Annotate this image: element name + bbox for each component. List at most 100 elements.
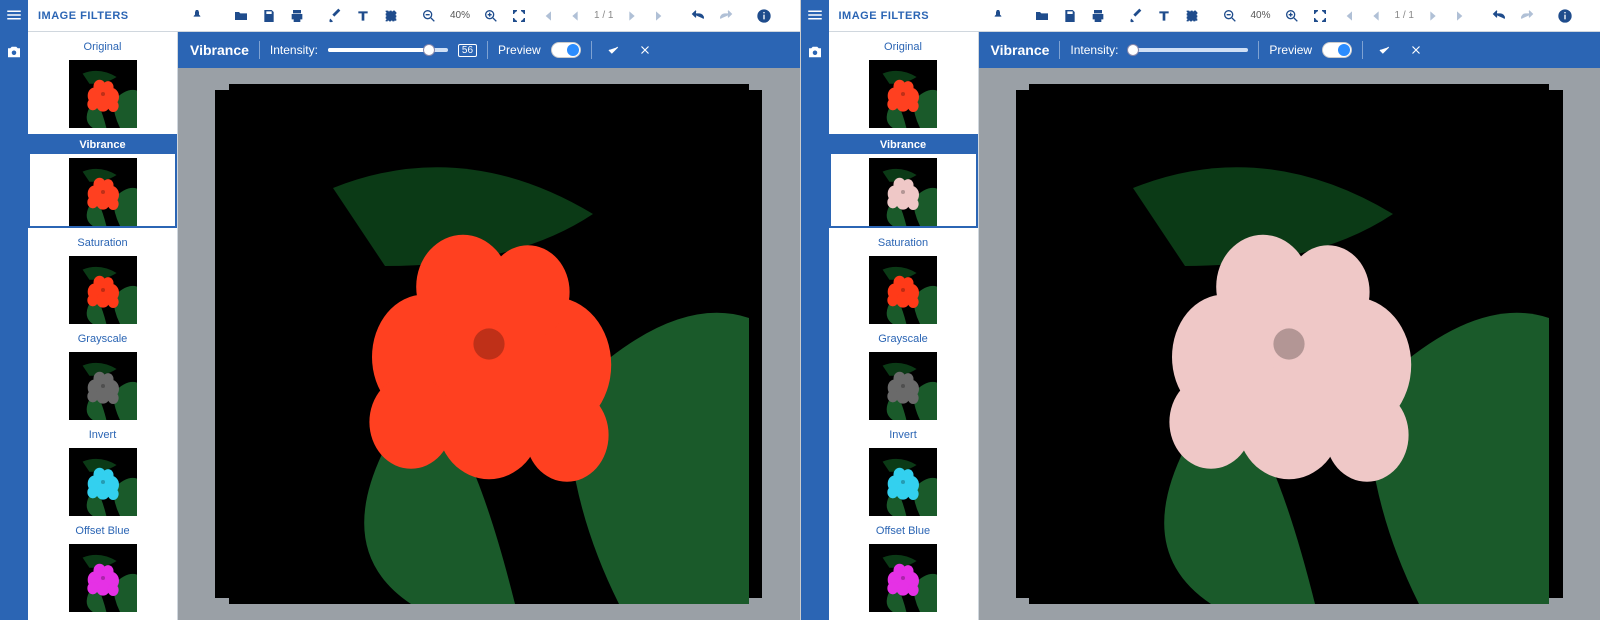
print-icon[interactable]: [284, 3, 310, 29]
filter-item-vibrance[interactable]: Vibrance: [28, 134, 177, 228]
next-page-icon: [1420, 3, 1446, 29]
text-icon[interactable]: [350, 3, 376, 29]
filter-thumbnail: [869, 544, 937, 612]
left-rail: [0, 0, 28, 620]
crop-icon[interactable]: [1179, 3, 1205, 29]
prev-page-icon: [1363, 3, 1389, 29]
filter-label: Invert: [829, 426, 978, 444]
menu-icon[interactable]: [5, 6, 23, 29]
undo-icon[interactable]: [1486, 3, 1512, 29]
filter-thumbnail: [69, 352, 137, 420]
filter-thumbnail: [869, 60, 937, 128]
preview-toggle[interactable]: [551, 42, 581, 58]
save-icon[interactable]: [1057, 3, 1083, 29]
page-indicator: 1 / 1: [590, 10, 617, 21]
apply-button[interactable]: [1373, 39, 1395, 61]
filter-label: Offset Blue: [829, 522, 978, 540]
filter-thumbnail: [869, 352, 937, 420]
intensity-label: Intensity:: [1070, 43, 1118, 57]
filter-item-grayscale[interactable]: Grayscale: [829, 330, 978, 420]
main-image: [1016, 90, 1563, 598]
preview-label: Preview: [498, 43, 541, 57]
zoom-in-icon[interactable]: [1279, 3, 1305, 29]
print-icon[interactable]: [1085, 3, 1111, 29]
intensity-slider[interactable]: [328, 48, 448, 52]
next-page-icon: [619, 3, 645, 29]
filter-item-grayscale[interactable]: Grayscale: [28, 330, 177, 420]
filter-label: Original: [28, 38, 177, 56]
first-page-icon: [1335, 3, 1361, 29]
pin-icon[interactable]: [184, 3, 210, 29]
filter-sidebar: Original Vibrance: [829, 32, 979, 620]
filter-settings-bar: Vibrance Intensity: Preview: [979, 32, 1600, 68]
filter-item-offset blue[interactable]: Offset Blue: [829, 522, 978, 612]
cancel-button[interactable]: [1405, 39, 1427, 61]
text-icon[interactable]: [1151, 3, 1177, 29]
prev-page-icon: [562, 3, 588, 29]
info-icon[interactable]: [1552, 3, 1578, 29]
filter-thumbnail: [69, 158, 137, 226]
filter-label: Vibrance: [30, 136, 175, 154]
info-icon[interactable]: [751, 3, 777, 29]
preview-toggle[interactable]: [1322, 42, 1352, 58]
crop-icon[interactable]: [378, 3, 404, 29]
zoom-percent: 40%: [1245, 10, 1277, 21]
filter-thumbnail: [69, 256, 137, 324]
brush-icon[interactable]: [1123, 3, 1149, 29]
filter-label: Invert: [28, 426, 177, 444]
cancel-button[interactable]: [634, 39, 656, 61]
filter-item-original[interactable]: Original: [28, 38, 177, 128]
image-canvas: [178, 68, 800, 620]
camera-icon[interactable]: [5, 43, 23, 66]
filter-label: Grayscale: [829, 330, 978, 348]
filter-label: Saturation: [28, 234, 177, 252]
filter-thumbnail: [69, 544, 137, 612]
main-toolbar: 40% 1 / 1: [178, 3, 800, 29]
filter-thumbnail: [69, 448, 137, 516]
undo-icon[interactable]: [685, 3, 711, 29]
filter-label: Offset Blue: [28, 522, 177, 540]
fit-screen-icon[interactable]: [506, 3, 532, 29]
filter-item-saturation[interactable]: Saturation: [28, 234, 177, 324]
left-rail: [801, 0, 829, 620]
redo-icon: [1514, 3, 1540, 29]
camera-icon[interactable]: [806, 43, 824, 66]
filter-thumbnail: [869, 256, 937, 324]
zoom-out-icon[interactable]: [1217, 3, 1243, 29]
filter-item-saturation[interactable]: Saturation: [829, 234, 978, 324]
filter-item-original[interactable]: Original: [829, 38, 978, 128]
panel-title: IMAGE FILTERS: [829, 10, 979, 22]
last-page-icon: [1448, 3, 1474, 29]
open-folder-icon[interactable]: [1029, 3, 1055, 29]
filter-label: Original: [829, 38, 978, 56]
intensity-value: 56: [458, 44, 477, 57]
filter-item-invert[interactable]: Invert: [829, 426, 978, 516]
first-page-icon: [534, 3, 560, 29]
filter-label: Vibrance: [831, 136, 976, 154]
zoom-in-icon[interactable]: [478, 3, 504, 29]
active-filter-name: Vibrance: [991, 42, 1050, 58]
filter-sidebar: Original Vibrance: [28, 32, 178, 620]
apply-button[interactable]: [602, 39, 624, 61]
intensity-slider[interactable]: [1128, 48, 1248, 52]
preview-label: Preview: [1269, 43, 1312, 57]
pin-icon[interactable]: [985, 3, 1011, 29]
zoom-percent: 40%: [444, 10, 476, 21]
main-image: [215, 90, 762, 598]
image-canvas: [979, 68, 1600, 620]
filter-label: Saturation: [829, 234, 978, 252]
fit-screen-icon[interactable]: [1307, 3, 1333, 29]
last-page-icon: [647, 3, 673, 29]
filter-item-invert[interactable]: Invert: [28, 426, 177, 516]
filter-thumbnail: [869, 158, 937, 226]
zoom-out-icon[interactable]: [416, 3, 442, 29]
save-icon[interactable]: [256, 3, 282, 29]
redo-icon: [713, 3, 739, 29]
brush-icon[interactable]: [322, 3, 348, 29]
filter-label: Grayscale: [28, 330, 177, 348]
panel-title: IMAGE FILTERS: [28, 10, 178, 22]
open-folder-icon[interactable]: [228, 3, 254, 29]
menu-icon[interactable]: [806, 6, 824, 29]
filter-item-offset blue[interactable]: Offset Blue: [28, 522, 177, 612]
filter-item-vibrance[interactable]: Vibrance: [829, 134, 978, 228]
